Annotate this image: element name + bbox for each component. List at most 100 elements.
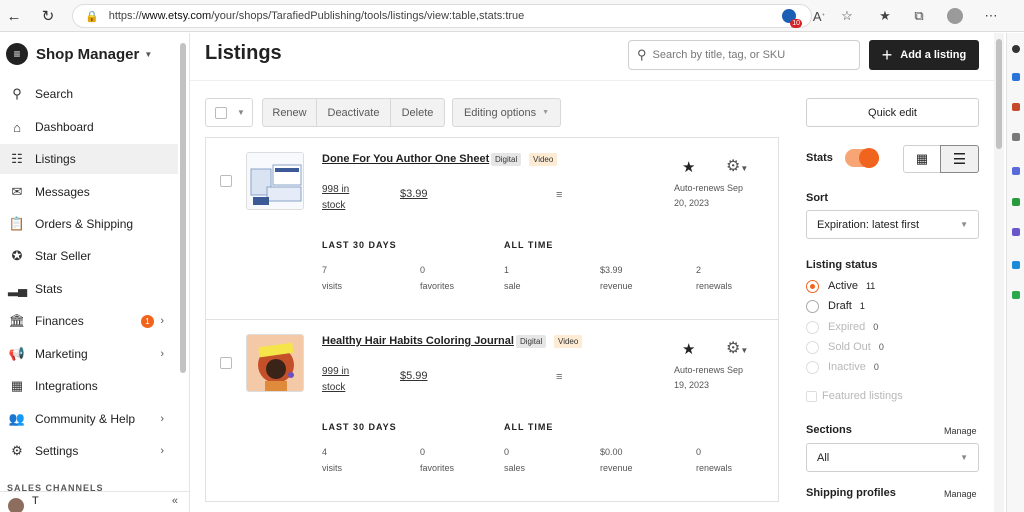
checkbox[interactable]	[806, 390, 817, 402]
grid-view-icon: ▦	[915, 151, 929, 166]
scrollbar-thumb[interactable]	[996, 39, 1002, 149]
all-time-heading: ALL TIME	[504, 240, 554, 250]
listing-title-link[interactable]: Done For You Author One Sheet	[322, 153, 489, 165]
shop-manager-header[interactable]: ≡ Shop Manager ▼	[6, 43, 152, 65]
lock-icon: 🔒	[85, 10, 99, 23]
radio[interactable]	[806, 320, 819, 334]
app-icon[interactable]	[1012, 228, 1020, 236]
search-icon: ⚲	[12, 86, 22, 101]
sidebar-item-orders[interactable]: 📋 Orders & Shipping	[0, 209, 178, 239]
address-bar[interactable]: 🔒 https://www.etsy.com/your/shops/Tarafi…	[72, 4, 812, 28]
bar-chart-icon: ▂▄	[8, 281, 28, 296]
avatar[interactable]	[8, 498, 24, 512]
status-inactive-radio[interactable]: Inactive 0	[806, 359, 879, 375]
sort-select[interactable]: Expiration: latest first ▼	[806, 210, 979, 239]
listing-thumbnail[interactable]	[246, 334, 304, 392]
select-all-dropdown[interactable]: ▼	[205, 98, 253, 127]
favorites-icon[interactable]: ★	[876, 7, 894, 25]
favorite-add-icon[interactable]: ☆	[838, 7, 856, 25]
featured-listings-checkbox[interactable]: Featured listings	[806, 390, 903, 402]
radio-selected[interactable]	[806, 279, 819, 293]
profile-avatar-icon[interactable]	[946, 7, 964, 25]
stat-renewals: 0 renewals	[696, 447, 733, 473]
stat-revenue: $0.00 revenue	[600, 447, 633, 473]
chevron-right-icon: ›	[160, 348, 164, 360]
app-icon[interactable]	[1012, 73, 1020, 81]
app-icon[interactable]	[1012, 167, 1020, 175]
gear-menu-icon[interactable]: ⚙▼	[726, 338, 748, 358]
sidebar-item-stats[interactable]: ▂▄ Stats	[0, 274, 178, 304]
listing-stock-link[interactable]: 998 in stock	[322, 182, 362, 214]
sections-manage-link[interactable]: Manage	[944, 426, 977, 436]
drag-handle-icon[interactable]: ≡	[556, 189, 562, 201]
status-expired-radio[interactable]: Expired 0	[806, 319, 878, 335]
listing-price-link[interactable]: $3.99	[400, 188, 428, 200]
renew-button[interactable]: Renew	[262, 98, 317, 127]
radio[interactable]	[806, 299, 819, 313]
radio[interactable]	[806, 340, 819, 354]
star-icon[interactable]: ★	[682, 158, 695, 176]
sidebar-item-marketing[interactable]: 📢 Marketing ›	[0, 339, 178, 369]
header-divider	[190, 80, 1000, 81]
add-listing-button[interactable]: + Add a listing	[869, 40, 979, 70]
deactivate-button[interactable]: Deactivate	[316, 98, 391, 127]
listing-title-link[interactable]: Healthy Hair Habits Coloring Journal	[322, 335, 514, 347]
browser-sidebar	[1006, 33, 1024, 512]
app-icon[interactable]	[1012, 198, 1020, 206]
listing-search[interactable]: ⚲	[628, 40, 860, 70]
sections-label: Sections	[806, 424, 852, 436]
select-all-checkbox[interactable]	[215, 106, 227, 119]
listing-stock-link[interactable]: 999 in stock	[322, 364, 362, 396]
status-active-radio[interactable]: Active 11	[806, 278, 875, 294]
grid-view-button[interactable]: ▦	[903, 145, 941, 173]
app-icon[interactable]	[1012, 133, 1020, 141]
app-icon[interactable]	[1012, 103, 1020, 111]
sidebar-item-messages[interactable]: ✉ Messages	[0, 177, 178, 207]
drag-handle-icon[interactable]: ≡	[556, 371, 562, 383]
sidebar-item-finances[interactable]: 🏛 Finances 1 ›	[0, 306, 178, 336]
list-view-button[interactable]: ☰	[940, 145, 979, 173]
main-scrollbar[interactable]	[994, 33, 1004, 512]
sidebar-item-search[interactable]: ⚲ Search	[0, 79, 178, 109]
gear-menu-icon[interactable]: ⚙▼	[726, 156, 748, 176]
caret-down-icon: ▼	[960, 220, 968, 229]
listing-checkbox[interactable]	[220, 175, 232, 187]
back-icon[interactable]: ←	[4, 6, 24, 26]
star-icon[interactable]: ★	[682, 340, 695, 358]
collections-icon[interactable]: ⧉	[910, 7, 928, 25]
read-aloud-icon[interactable]: A ⁺	[810, 7, 828, 25]
editing-options-button[interactable]: Editing options ▼	[452, 98, 561, 127]
sidebar-item-community[interactable]: 👥 Community & Help ›	[0, 404, 178, 434]
quick-edit-button[interactable]: Quick edit	[806, 98, 979, 127]
extension-icon[interactable]: 10	[780, 7, 802, 28]
listing-checkbox[interactable]	[220, 357, 232, 369]
sidebar-scrollbar[interactable]	[180, 43, 186, 373]
sidebar-item-dashboard[interactable]: ⌂ Dashboard	[0, 112, 178, 142]
home-icon: ⌂	[13, 119, 21, 135]
search-icon[interactable]	[1012, 45, 1020, 53]
sidebar-item-integrations[interactable]: ▦ Integrations	[0, 371, 178, 401]
auto-renew-text: Auto-renews Sep 19, 2023	[674, 365, 744, 390]
video-tag: Video	[529, 153, 558, 166]
status-sold-out-radio[interactable]: Sold Out 0	[806, 339, 884, 355]
delete-button[interactable]: Delete	[390, 98, 445, 127]
plus-icon: +	[881, 44, 893, 65]
sidebar-item-listings[interactable]: ☷ Listings	[0, 144, 178, 174]
status-draft-radio[interactable]: Draft 1	[806, 298, 865, 314]
search-input[interactable]	[652, 49, 843, 61]
app-icon[interactable]	[1012, 261, 1020, 269]
sections-select[interactable]: All ▼	[806, 443, 979, 472]
shipping-manage-link[interactable]: Manage	[944, 489, 977, 499]
more-icon[interactable]: ⋯	[982, 7, 1000, 25]
stats-toggle[interactable]	[845, 148, 879, 168]
app-icon[interactable]	[1012, 291, 1020, 299]
reload-icon[interactable]: ↻	[38, 6, 58, 26]
listing-card: Healthy Hair Habits Coloring Journal Dig…	[205, 319, 779, 502]
grid-icon: ▦	[10, 378, 24, 393]
listing-price-link[interactable]: $5.99	[400, 370, 428, 382]
radio[interactable]	[806, 360, 819, 374]
listing-thumbnail[interactable]	[246, 152, 304, 210]
sidebar-item-settings[interactable]: ⚙ Settings ›	[0, 436, 178, 466]
collapse-sidebar-icon[interactable]: «	[172, 495, 178, 507]
sidebar-item-star-seller[interactable]: ✪ Star Seller	[0, 241, 178, 271]
